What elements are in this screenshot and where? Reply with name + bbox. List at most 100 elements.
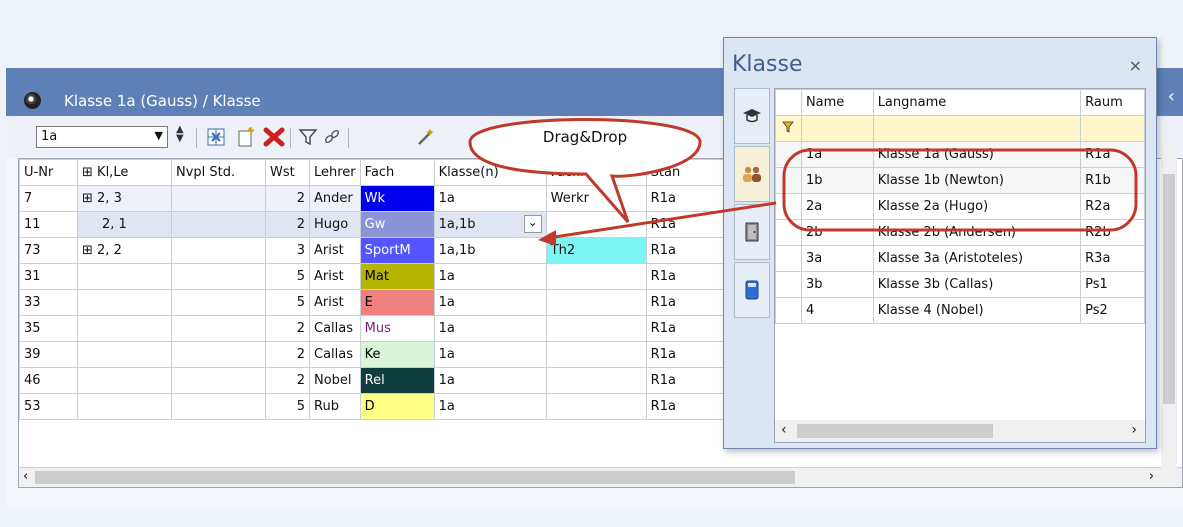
col-header-raum[interactable]: Raum — [1080, 89, 1145, 116]
cell-fach[interactable]: Ke — [359, 341, 435, 368]
cell-langname[interactable]: Klasse 2a (Hugo) — [872, 193, 1082, 220]
cell-nvpl[interactable] — [171, 341, 266, 368]
cell-lehrer[interactable]: Rub — [309, 393, 361, 420]
col-header-klassen[interactable]: Klasse(n) — [433, 159, 547, 186]
cell-raum[interactable]: R3a — [1080, 245, 1145, 272]
col-header-fach[interactable]: Fach — [359, 159, 435, 186]
cell-unr[interactable]: 46 — [19, 367, 78, 394]
cell-name[interactable]: 2a — [800, 193, 874, 220]
cell-unr[interactable]: 7 — [19, 185, 78, 212]
cell-lehrer[interactable]: Callas — [309, 341, 361, 368]
cell-klle[interactable]: ⊞ 2, 3 — [77, 185, 172, 212]
col-header-nvpl[interactable]: Nvpl Std. — [171, 159, 266, 186]
cell-langname[interactable]: Klasse 4 (Nobel) — [872, 297, 1082, 324]
scroll-thumb[interactable] — [35, 471, 795, 484]
cell-nvpl[interactable] — [171, 367, 266, 394]
cell-fachraum[interactable] — [545, 341, 647, 368]
cell-fach[interactable]: E — [359, 289, 435, 316]
cell-name[interactable]: 3a — [800, 245, 874, 272]
new-document-icon[interactable] — [234, 126, 258, 148]
cell-fachraum[interactable] — [545, 289, 647, 316]
cell-klle[interactable] — [77, 367, 172, 394]
cell-langname[interactable]: Klasse 1b (Newton) — [872, 167, 1082, 194]
cell-klle[interactable] — [77, 341, 172, 368]
book-icon[interactable] — [734, 262, 770, 318]
cell-stan[interactable]: R1a — [645, 263, 727, 290]
cell-wst[interactable]: 3 — [265, 237, 310, 264]
table-row[interactable]: 35 2 Callas Mus 1a R1a — [19, 315, 727, 342]
cell-fach[interactable]: D — [359, 393, 435, 420]
list-item[interactable]: 4 Klasse 4 (Nobel) Ps2 — [775, 297, 1145, 324]
filter-cell-name[interactable] — [800, 115, 874, 142]
row-indicator[interactable] — [775, 219, 802, 246]
cell-fachraum[interactable] — [545, 211, 647, 238]
filter-icon[interactable] — [296, 126, 320, 148]
table-row[interactable]: 11 2, 1 2 Hugo Gw 1a,1b ⌄ R1a — [19, 211, 727, 238]
scroll-thumb[interactable] — [1163, 174, 1175, 404]
cell-stan[interactable]: R1a — [645, 237, 727, 264]
cell-stan[interactable]: R1a — [645, 341, 727, 368]
cell-langname[interactable]: Klasse 3a (Aristoteles) — [872, 245, 1082, 272]
scroll-left-icon[interactable]: ‹ — [23, 469, 28, 484]
cell-unr[interactable]: 33 — [19, 289, 78, 316]
cell-unr[interactable]: 11 — [19, 211, 78, 238]
klasse-grid[interactable]: Name Langname Raum 1a Klasse 1a (Gauss) R1… — [774, 88, 1146, 443]
col-header-fachraum[interactable]: Fachraum — [545, 159, 647, 186]
cell-wst[interactable]: 5 — [265, 393, 310, 420]
cell-raum[interactable]: Ps2 — [1080, 297, 1145, 324]
people-icon[interactable] — [734, 146, 770, 202]
cell-klle[interactable] — [77, 263, 172, 290]
cell-fach[interactable]: Mat — [359, 263, 435, 290]
cell-lehrer[interactable]: Arist — [309, 289, 361, 316]
row-indicator[interactable] — [775, 271, 802, 298]
table-row[interactable]: 53 5 Rub D 1a R1a — [19, 393, 727, 420]
row-indicator[interactable] — [775, 141, 802, 168]
cell-klassen[interactable]: 1a,1b — [433, 237, 547, 264]
cell-stan[interactable]: R1a — [645, 393, 727, 420]
list-item[interactable]: 1b Klasse 1b (Newton) R1b — [775, 167, 1145, 194]
cell-langname[interactable]: Klasse 1a (Gauss) — [872, 141, 1082, 168]
table-row[interactable]: 31 5 Arist Mat 1a R1a — [19, 263, 727, 290]
cell-klle[interactable] — [77, 393, 172, 420]
cell-name[interactable]: 1b — [800, 167, 874, 194]
grid-horizontal-scrollbar[interactable]: ‹ › — [19, 467, 1182, 487]
cell-nvpl[interactable] — [171, 237, 266, 264]
grid-insert-icon[interactable] — [204, 126, 228, 148]
graduation-cap-icon[interactable] — [734, 88, 770, 144]
cell-raum[interactable]: R2b — [1080, 219, 1145, 246]
scroll-left-icon[interactable]: ‹ — [781, 422, 787, 438]
row-indicator[interactable] — [775, 297, 802, 324]
col-header-stan[interactable]: Stan — [645, 159, 727, 186]
filter-funnel-icon[interactable] — [775, 115, 802, 142]
table-row[interactable]: 7 ⊞ 2, 3 2 Ander Wk 1a Werkr R1a — [19, 185, 727, 212]
cell-fach[interactable]: Mus — [359, 315, 435, 342]
row-indicator[interactable] — [775, 193, 802, 220]
cell-wst[interactable]: 2 — [265, 211, 310, 238]
col-header-lehrer[interactable]: Lehrer — [309, 159, 361, 186]
door-icon[interactable] — [734, 204, 770, 260]
cell-klle[interactable] — [77, 315, 172, 342]
cell-klassen[interactable]: 1a — [433, 185, 547, 212]
row-indicator[interactable] — [775, 245, 802, 272]
cell-stan[interactable]: R1a — [645, 315, 727, 342]
col-header-langname[interactable]: Langname — [872, 89, 1082, 116]
col-header-wst[interactable]: Wst — [265, 159, 310, 186]
cell-name[interactable]: 1a — [800, 141, 874, 168]
cell-wst[interactable]: 2 — [265, 341, 310, 368]
cell-fachraum[interactable] — [545, 393, 647, 420]
list-item[interactable]: 1a Klasse 1a (Gauss) R1a — [775, 141, 1145, 168]
list-item[interactable]: 2a Klasse 2a (Hugo) R2a — [775, 193, 1145, 220]
cell-klle[interactable] — [77, 289, 172, 316]
cell-nvpl[interactable] — [171, 315, 266, 342]
cell-raum[interactable]: R1a — [1080, 141, 1145, 168]
list-item[interactable]: 3b Klasse 3b (Callas) Ps1 — [775, 271, 1145, 298]
cell-name[interactable]: 4 — [800, 297, 874, 324]
cell-klle[interactable]: 2, 1 — [77, 211, 172, 238]
magic-wand-icon[interactable] — [414, 126, 438, 148]
cell-raum[interactable]: R2a — [1080, 193, 1145, 220]
cell-unr[interactable]: 53 — [19, 393, 78, 420]
popup-horizontal-scrollbar[interactable]: ‹ › — [775, 420, 1145, 442]
cell-langname[interactable]: Klasse 3b (Callas) — [872, 271, 1082, 298]
cell-stan[interactable]: R1a — [645, 289, 727, 316]
cell-name[interactable]: 2b — [800, 219, 874, 246]
